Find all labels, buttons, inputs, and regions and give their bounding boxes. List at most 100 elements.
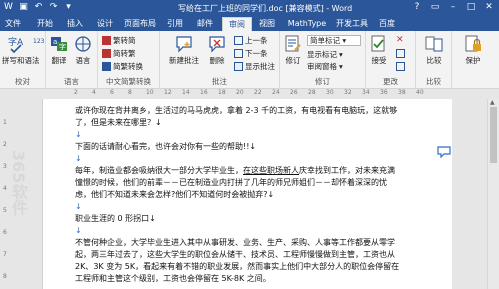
- simp-to-trad-label: 简转繁: [113, 49, 136, 58]
- empty-paragraph-mark: ↓: [75, 154, 82, 163]
- comment-balloon-icon[interactable]: [437, 146, 451, 158]
- compare-icon: [425, 36, 443, 52]
- undo-icon[interactable]: ↶: [33, 2, 44, 13]
- previous-change-button[interactable]: [396, 48, 405, 59]
- paragraph-line: 了，但是未来在哪里？↓: [75, 118, 162, 127]
- ruler-mark: 30: [326, 89, 334, 96]
- close-button[interactable]: ✕: [481, 1, 497, 14]
- commented-text[interactable]: 在这些职场新人: [243, 166, 299, 175]
- svg-text:字A: 字A: [8, 36, 24, 48]
- paragraph-line: 职业生涯的 0 形拐口↓: [75, 214, 156, 223]
- protect-label: 保护: [465, 56, 481, 65]
- trad-to-simp-button[interactable]: 繁转简: [102, 35, 136, 46]
- convert-icon: [102, 62, 111, 71]
- spelling-icon: 字A: [8, 36, 24, 54]
- accept-button[interactable]: 接受: [368, 34, 390, 66]
- document-page[interactable]: 或许你现在背井离乡，生活过的马马虎虎，拿着 2-3 千的工资，有电视看有电脑玩，…: [42, 99, 452, 289]
- scroll-up-icon[interactable]: ▲: [490, 99, 495, 106]
- horizontal-ruler[interactable]: 2 4 6 8 10 12 14 16 18 20 22 24 26 28 30…: [0, 89, 499, 99]
- tab-review[interactable]: 审阅: [222, 17, 252, 31]
- simp-to-trad-button[interactable]: 简转繁: [102, 48, 136, 59]
- delete-comment-button[interactable]: 删除: [206, 34, 228, 66]
- spelling-grammar-button[interactable]: 字A 拼写和语法: [2, 34, 40, 66]
- translate-icon: a 字: [51, 37, 67, 51]
- protect-button[interactable]: 保护: [460, 34, 486, 66]
- word-count-button[interactable]: 123: [33, 36, 44, 47]
- ruler-mark: 20: [236, 89, 244, 96]
- reviewing-pane-button[interactable]: 审阅窗格 ▾: [307, 61, 343, 72]
- scrollbar-thumb[interactable]: [490, 107, 497, 163]
- previous-comment-label: 上一条: [245, 36, 268, 45]
- translate-button[interactable]: a 字 翻译: [48, 34, 70, 66]
- paragraph-line: 每年，制造业都会吸纳很大一部分大学毕业生，在这些职场新人庆幸找到工作，对未来充满: [75, 165, 435, 177]
- group-protect: 保护: [452, 31, 499, 89]
- ribbon-display-button[interactable]: ▭: [427, 1, 443, 14]
- ruler-mark: 18: [218, 89, 226, 96]
- paragraph-line: 工程师和主管这个级别，工资也会停留在 5K-8K 之间。: [75, 274, 271, 283]
- paragraph-line: 起，两三年过去了，这些大学生的职位会从储干、技术员、工程师慢慢做到主管，工资也从: [75, 250, 395, 259]
- customize-icon[interactable]: ▾: [63, 2, 74, 13]
- quick-access-toolbar: W ▣ ↶ ↷ ▾: [3, 2, 74, 13]
- tab-developer[interactable]: 开发工具: [334, 17, 370, 31]
- tab-home[interactable]: 开始: [32, 17, 58, 31]
- accept-label: 接受: [371, 56, 387, 65]
- new-comment-label: 新建批注: [169, 56, 199, 65]
- reject-button[interactable]: ✕: [396, 35, 405, 46]
- ruler-mark: 24: [272, 89, 280, 96]
- vertical-scrollbar[interactable]: ▲: [487, 99, 499, 289]
- tab-design[interactable]: 设计: [92, 17, 118, 31]
- trad-to-simp-label: 繁转简: [113, 36, 136, 45]
- paragraph-line: 不管何种企业，大学毕业生进入其中从事研发、业务、生产、采购、人事等工作都要从零学: [75, 238, 395, 247]
- new-comment-button[interactable]: 新建批注: [164, 34, 204, 66]
- save-icon[interactable]: ▣: [18, 2, 29, 13]
- group-label-tracking: 修订: [315, 77, 330, 86]
- ruler-mark: 16: [200, 89, 208, 96]
- show-comments-label: 显示批注: [245, 62, 275, 71]
- empty-paragraph-mark: ↓: [75, 130, 82, 139]
- tab-file[interactable]: 文件: [0, 17, 26, 31]
- tab-mathtype[interactable]: MathType: [284, 17, 330, 31]
- window-controls: ? ▭ – □ ✕: [409, 1, 497, 14]
- track-changes-label: 修订: [285, 56, 301, 65]
- next-comment-label: 下一条: [245, 49, 268, 58]
- ruler-mark: 10: [146, 89, 154, 96]
- tab-page-layout[interactable]: 页面布局: [122, 17, 158, 31]
- compare-button[interactable]: 比较: [422, 34, 446, 66]
- previous-comment-button[interactable]: 上一条: [234, 35, 268, 46]
- convert-label: 简繁转换: [113, 62, 143, 71]
- maximize-button[interactable]: □: [463, 1, 479, 14]
- show-comments-button[interactable]: 显示批注: [234, 61, 275, 72]
- convert-button[interactable]: 简繁转换: [102, 61, 143, 72]
- group-tracking: 修订 简单标记 ▾ 显示标记 ▾ 审阅窗格 ▾ 修订: [280, 31, 366, 89]
- markup-dropdown[interactable]: 简单标记 ▾: [307, 35, 361, 46]
- ruler-mark: 28: [308, 89, 316, 96]
- group-label-chinese: 中文简繁转换: [106, 77, 151, 86]
- reject-icon: ✕: [396, 35, 404, 45]
- ruler-mark: 34: [362, 89, 370, 96]
- ribbon: 字A 拼写和语法 123 校对 a 字 翻译 语言 语言 繁转简 简转繁 简繁转…: [0, 31, 499, 89]
- ruler-mark: 6: [110, 89, 114, 96]
- simp-to-trad-icon: [102, 49, 111, 58]
- group-label-compare: 比较: [426, 77, 441, 86]
- tab-baidu[interactable]: 百度: [374, 17, 400, 31]
- group-changes: 接受 ✕ 更改: [366, 31, 416, 89]
- tab-insert[interactable]: 插入: [62, 17, 88, 31]
- document-body[interactable]: 或许你现在背井离乡，生活过的马马虎虎，拿着 2-3 千的工资，有电视看有电脑玩，…: [75, 105, 435, 285]
- help-button[interactable]: ?: [409, 1, 425, 14]
- show-markup-button[interactable]: 显示标记 ▾: [307, 49, 343, 60]
- word-icon[interactable]: W: [3, 2, 14, 13]
- tab-references[interactable]: 引用: [162, 17, 188, 31]
- minimize-button[interactable]: –: [445, 1, 461, 14]
- language-button[interactable]: 语言: [72, 34, 94, 66]
- group-label-language: 语言: [64, 77, 79, 86]
- tab-view[interactable]: 视图: [254, 17, 280, 31]
- ruler-mark: 32: [344, 89, 352, 96]
- reviewing-pane-label: 审阅窗格: [307, 62, 337, 71]
- track-changes-button[interactable]: 修订: [282, 34, 304, 66]
- next-comment-button[interactable]: 下一条: [234, 48, 268, 59]
- empty-paragraph-mark: ↓: [75, 226, 82, 235]
- next-change-button[interactable]: [396, 61, 405, 72]
- redo-icon[interactable]: ↷: [48, 2, 59, 13]
- previous-change-icon: [396, 49, 405, 58]
- tab-mailings[interactable]: 邮件: [192, 17, 218, 31]
